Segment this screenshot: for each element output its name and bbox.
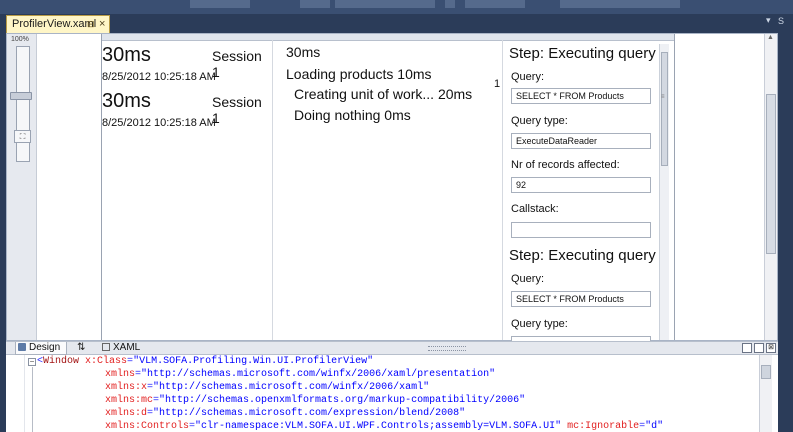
- step-item[interactable]: Doing nothing 0ms: [294, 107, 411, 123]
- tab-design-label: Design: [29, 342, 61, 353]
- right-gutter: [778, 33, 793, 432]
- close-icon[interactable]: ×: [99, 16, 105, 33]
- tab-design[interactable]: Design: [15, 342, 68, 355]
- xaml-element: Window: [43, 356, 80, 367]
- xaml-scrollbar[interactable]: ⊞: [759, 355, 772, 432]
- xaml-value: "VLM.SOFA.Profiling.Win.UI.ProfilerView": [133, 356, 374, 367]
- session-date: 8/25/2012 10:25:18 AM: [102, 71, 216, 83]
- session-name: Session 1: [212, 48, 262, 80]
- query-field[interactable]: SELECT * FROM Products: [511, 291, 651, 307]
- details-scrollbar[interactable]: ≡: [659, 44, 669, 340]
- step-count-badge: 1: [494, 78, 501, 90]
- xaml-editor[interactable]: − <Window x:Class="VLM.SOFA.Profiling.Wi…: [6, 355, 778, 432]
- xaml-attribute: xmlns:d: [105, 408, 148, 419]
- steps-total: 30ms: [286, 44, 321, 60]
- tab-xaml-label: XAML: [113, 342, 141, 353]
- grip-icon: ≡: [661, 94, 665, 100]
- zoom-level-label: 100%: [11, 36, 29, 43]
- document-tab-row: ProfilerView.xaml ⊟ × ▾ S: [0, 14, 793, 34]
- design-view-icon: [18, 343, 26, 351]
- xaml-value: "http://schemas.openxmlformats.org/marku…: [159, 395, 526, 406]
- xaml-attribute: xmlns: [105, 369, 136, 380]
- sessions-list: 30ms Session 1 8/25/2012 10:25:18 AM 30m…: [102, 40, 272, 340]
- session-duration: 30ms: [102, 44, 151, 66]
- xaml-value: "d": [645, 421, 664, 432]
- steps-tree: 30ms Loading products 10ms Creating unit…: [282, 40, 502, 340]
- field-label: Callstack:: [511, 203, 559, 215]
- query-type-field[interactable]: ExecuteDataReader: [511, 133, 651, 149]
- xaml-attribute: xmlns:x: [105, 382, 148, 393]
- horizontal-split-icon[interactable]: [754, 343, 764, 353]
- document-tab-title: ProfilerView.xaml: [12, 18, 97, 30]
- xaml-value: "http://schemas.microsoft.com/winfx/2006…: [141, 369, 496, 380]
- records-affected-field[interactable]: 92: [511, 177, 651, 193]
- field-label: Nr of records affected:: [511, 159, 620, 171]
- profiler-window[interactable]: 30ms Session 1 8/25/2012 10:25:18 AM 30m…: [101, 34, 675, 352]
- details-scrollbar-thumb[interactable]: [661, 52, 668, 166]
- xaml-line[interactable]: xmlns:Controls="clr-namespace:VLM.SOFA.U…: [105, 421, 663, 432]
- outline-line: [32, 367, 33, 432]
- collapse-icon[interactable]: −: [28, 358, 36, 366]
- session-date: 8/25/2012 10:25:18 AM: [102, 117, 216, 129]
- xaml-line[interactable]: <Window x:Class="VLM.SOFA.Profiling.Win.…: [37, 356, 373, 367]
- query-field[interactable]: SELECT * FROM Products: [511, 88, 651, 104]
- chevron-down-icon[interactable]: ▾: [766, 15, 771, 26]
- vertical-split-icon[interactable]: [742, 343, 752, 353]
- toolbar-strip: [0, 0, 793, 14]
- xaml-attribute: x:Class: [79, 356, 128, 367]
- xaml-gutter: [6, 355, 25, 432]
- pin-icon[interactable]: ⊟: [87, 16, 95, 33]
- field-label: Query:: [511, 71, 545, 83]
- details-title: Step: Executing query: [509, 247, 656, 264]
- session-item[interactable]: 30ms Session 1 8/25/2012 10:25:18 AM: [102, 90, 272, 138]
- xaml-attribute: xmlns:mc: [105, 395, 154, 406]
- scroll-right-icon[interactable]: S: [778, 16, 784, 26]
- split-grip-icon[interactable]: [428, 346, 466, 351]
- split-bar: Design ⇅ XAML ⊠: [6, 341, 778, 355]
- zoom-slider-thumb[interactable]: [10, 92, 32, 100]
- xaml-value: "http://schemas.microsoft.com/expression…: [153, 408, 466, 419]
- column-splitter[interactable]: [502, 40, 503, 340]
- session-duration: 30ms: [102, 90, 151, 112]
- swap-panes-icon[interactable]: ⇅: [77, 342, 85, 354]
- xaml-attribute: mc:Ignorable: [561, 421, 640, 432]
- zoom-slider[interactable]: [16, 46, 30, 162]
- xaml-line[interactable]: xmlns="http://schemas.microsoft.com/winf…: [105, 369, 495, 380]
- zoom-panel: 100% ⛶: [7, 34, 37, 340]
- tab-xaml[interactable]: XAML: [100, 342, 146, 354]
- column-splitter[interactable]: [272, 40, 273, 340]
- step-item[interactable]: Creating unit of work... 20ms: [294, 86, 472, 102]
- xaml-line[interactable]: xmlns:d="http://schemas.microsoft.com/ex…: [105, 408, 465, 419]
- session-name: Session 1: [212, 94, 262, 126]
- xaml-view-icon: [102, 343, 110, 351]
- xaml-value: "http://schemas.microsoft.com/winfx/2006…: [153, 382, 430, 393]
- xaml-line[interactable]: xmlns:mc="http://schemas.openxmlformats.…: [105, 395, 525, 406]
- xaml-scrollbar-thumb[interactable]: [761, 365, 771, 379]
- xaml-attribute: xmlns:Controls: [105, 421, 190, 432]
- step-details: Step: Executing query Query: SELECT * FR…: [509, 40, 659, 352]
- xaml-line[interactable]: xmlns:x="http://schemas.microsoft.com/wi…: [105, 382, 429, 393]
- collapse-pane-icon[interactable]: ⊠: [766, 343, 776, 353]
- editor-scrollbar[interactable]: ▲: [764, 34, 777, 340]
- xaml-value: "clr-namespace:VLM.SOFA.UI.WPF.Controls;…: [195, 421, 562, 432]
- callstack-field[interactable]: [511, 222, 651, 238]
- scroll-up-icon[interactable]: ▲: [767, 34, 774, 41]
- session-item[interactable]: 30ms Session 1 8/25/2012 10:25:18 AM: [102, 44, 272, 92]
- document-tab[interactable]: ProfilerView.xaml ⊟ ×: [6, 15, 110, 34]
- details-title: Step: Executing query: [509, 45, 656, 62]
- step-item[interactable]: Loading products 10ms: [286, 66, 432, 82]
- zoom-fit-icon[interactable]: ⛶: [14, 130, 31, 143]
- field-label: Query type:: [511, 115, 568, 127]
- field-label: Query:: [511, 273, 545, 285]
- editor-scrollbar-thumb[interactable]: [766, 94, 776, 254]
- field-label: Query type:: [511, 318, 568, 330]
